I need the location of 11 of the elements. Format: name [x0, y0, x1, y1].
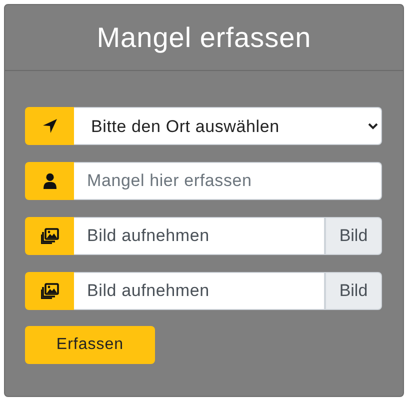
image-button[interactable]: Bild — [325, 272, 382, 310]
form-title: Mangel erfassen — [96, 22, 312, 54]
defect-input[interactable]: Mangel hier erfassen — [74, 162, 382, 200]
location-select[interactable]: Bitte den Ort auswählen — [74, 107, 382, 145]
image-button[interactable]: Bild — [325, 217, 382, 255]
images-icon — [25, 272, 74, 310]
image-input[interactable]: Bild aufnehmen — [74, 272, 325, 310]
submit-button[interactable]: Erfassen — [25, 326, 155, 364]
user-icon — [25, 162, 74, 200]
image-input[interactable]: Bild aufnehmen — [74, 217, 325, 255]
images-icon — [25, 217, 74, 255]
